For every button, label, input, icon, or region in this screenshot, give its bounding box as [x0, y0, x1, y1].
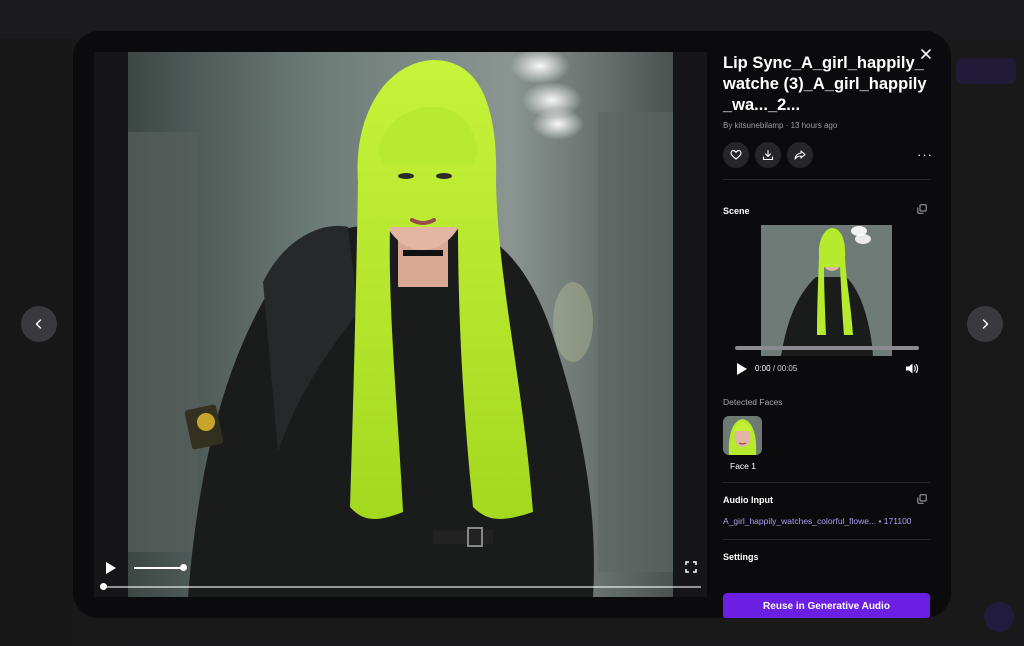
scene-seek-bar[interactable] — [735, 346, 919, 350]
face-thumbnail[interactable] — [723, 416, 762, 455]
scene-time-current: 0:00 — [755, 364, 771, 373]
like-button[interactable] — [723, 142, 749, 168]
more-horizontal-icon[interactable]: ··· — [917, 148, 933, 161]
face-image — [723, 416, 762, 455]
next-button[interactable] — [967, 306, 1003, 342]
chevron-right-icon — [982, 319, 989, 329]
seek-bar[interactable] — [103, 586, 701, 588]
scene-time: 0:00 / 00:05 — [755, 364, 797, 373]
copy-icon[interactable] — [917, 494, 927, 504]
audio-file-name: A_girl_happily_watches_colorful_flowe... — [723, 516, 877, 526]
media-detail-modal: Lip Sync_A_girl_happily_watche (3)_A_gir… — [73, 31, 951, 618]
scene-preview[interactable] — [761, 225, 892, 356]
volume-slider-handle[interactable] — [180, 564, 187, 571]
divider — [723, 179, 930, 180]
detected-faces-label: Detected Faces — [723, 397, 783, 407]
fullscreen-icon[interactable] — [685, 561, 697, 573]
video-frame — [128, 52, 673, 597]
byline: By kitsunebilamp · 13 hours ago — [723, 121, 838, 130]
scene-label: Scene — [723, 206, 750, 216]
divider — [723, 539, 930, 540]
scene-play-button[interactable] — [737, 363, 747, 375]
volume-slider[interactable] — [134, 567, 184, 569]
copy-icon[interactable] — [917, 204, 927, 214]
scene-time-total: / 00:05 — [772, 364, 798, 373]
action-buttons — [723, 142, 813, 168]
seek-bar-handle[interactable] — [100, 583, 107, 590]
divider — [723, 482, 930, 483]
audio-file-meta: • 171100 — [878, 516, 912, 526]
download-icon — [762, 149, 774, 161]
reuse-in-generative-audio-button[interactable]: Reuse in Generative Audio — [723, 593, 930, 618]
audio-input-label: Audio Input — [723, 495, 773, 505]
media-title: Lip Sync_A_girl_happily_watche (3)_A_gir… — [723, 54, 927, 114]
play-button[interactable] — [106, 562, 116, 574]
previous-button[interactable] — [21, 306, 57, 342]
details-panel: Lip Sync_A_girl_happily_watche (3)_A_gir… — [723, 45, 935, 618]
face-label: Face 1 — [730, 461, 756, 471]
audio-file-link[interactable]: A_girl_happily_watches_colorful_flowe...… — [723, 516, 912, 526]
scene-thumbnail — [761, 225, 892, 356]
share-icon — [794, 150, 806, 160]
volume-icon[interactable] — [905, 362, 919, 375]
settings-label[interactable]: Settings — [723, 552, 759, 562]
heart-icon — [730, 150, 742, 160]
chevron-left-icon — [35, 319, 42, 329]
download-button[interactable] — [755, 142, 781, 168]
share-button[interactable] — [787, 142, 813, 168]
video-player[interactable] — [94, 52, 707, 597]
